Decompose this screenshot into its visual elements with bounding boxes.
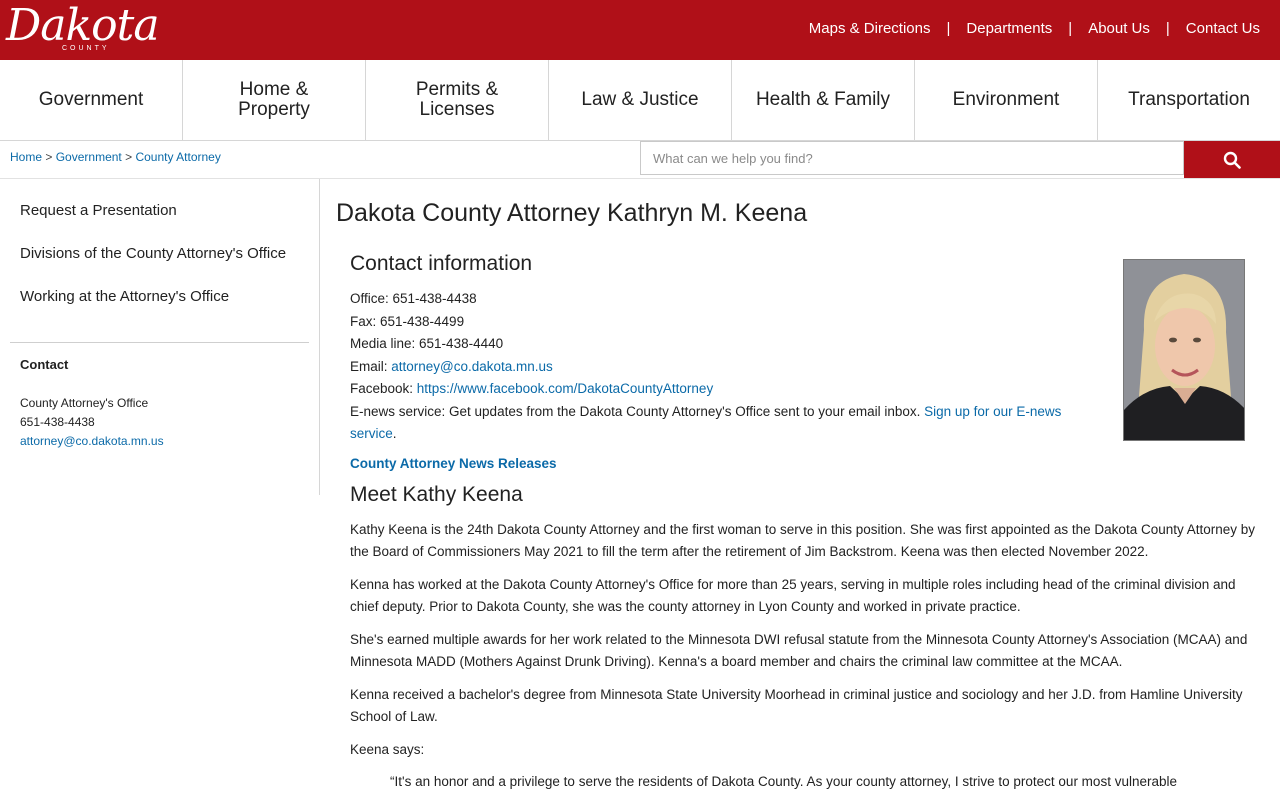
enews-end: .	[392, 426, 397, 441]
nav-permits-licenses-label: Permits & Licenses	[415, 79, 499, 120]
bio-paragraph-3: She's earned multiple awards for her wor…	[350, 631, 1248, 670]
enews-text: E-news service: Get updates from the Dak…	[350, 403, 925, 419]
logo-subtext: COUNTY	[62, 45, 110, 52]
nav-law-justice[interactable]: Law & Justice	[549, 60, 732, 140]
top-bar: Dakota COUNTY Maps & Directions | Depart…	[0, 0, 1280, 60]
enews-row: E-news service: Get updates from the Dak…	[350, 401, 1080, 446]
meet-heading: Meet Kathy Keena	[350, 482, 523, 506]
link-separator: |	[1068, 20, 1073, 37]
search-icon	[1223, 151, 1241, 169]
media-line: Media line: 651-438-4440	[350, 336, 504, 351]
breadcrumb-government[interactable]: Government	[56, 150, 122, 164]
facebook-row: Facebook: https://www.facebook.com/Dakot…	[350, 378, 1080, 401]
sidebar-item-working-at-office[interactable]: Working at the Attorney's Office	[10, 279, 309, 314]
page-content: Request a Presentation Divisions of the …	[0, 179, 1280, 794]
sidebar-item-request-presentation[interactable]: Request a Presentation	[10, 193, 309, 228]
search-input[interactable]	[640, 141, 1184, 175]
bio-paragraph-2: Kenna has worked at the Dakota County At…	[350, 576, 1236, 615]
link-separator: |	[946, 20, 951, 37]
breadcrumb-separator: >	[125, 150, 133, 164]
sidebar-contact-name: County Attorney's Office	[20, 396, 149, 410]
sidebar: Request a Presentation Divisions of the …	[0, 179, 320, 495]
bio-paragraph-5: Keena says:	[350, 741, 425, 757]
about-us-link[interactable]: About Us	[1088, 20, 1150, 37]
email-link[interactable]: attorney@co.dakota.mn.us	[391, 359, 553, 374]
maps-directions-link[interactable]: Maps & Directions	[809, 20, 931, 37]
utility-links: Maps & Directions | Departments | About …	[809, 20, 1260, 37]
sidebar-contact-email[interactable]: attorney@co.dakota.mn.us	[10, 432, 309, 451]
portrait-image	[1124, 260, 1244, 440]
contact-us-link[interactable]: Contact Us	[1186, 20, 1260, 37]
breadcrumb: Home > Government > County Attorney	[10, 150, 221, 164]
news-releases-link[interactable]: County Attorney News Releases	[350, 456, 1264, 471]
nav-environment[interactable]: Environment	[915, 60, 1098, 140]
breadcrumb-separator: >	[45, 150, 53, 164]
sidebar-contact-phone: 651-438-4438	[20, 415, 95, 429]
site-search	[640, 141, 1280, 178]
sidebar-contact-heading: Contact	[20, 357, 69, 372]
link-separator: |	[1165, 20, 1170, 37]
breadcrumb-county-attorney[interactable]: County Attorney	[135, 150, 220, 164]
attorney-portrait	[1123, 259, 1245, 441]
main-content: Dakota County Attorney Kathryn M. Keena …	[320, 179, 1280, 794]
email-row: Email: attorney@co.dakota.mn.us	[350, 356, 1080, 379]
sidebar-item-divisions[interactable]: Divisions of the County Attorney's Offic…	[10, 236, 309, 271]
breadcrumb-home[interactable]: Home	[10, 150, 42, 164]
nav-permits-licenses[interactable]: Permits & Licenses	[366, 60, 549, 140]
nav-government[interactable]: Government	[0, 60, 183, 140]
breadcrumb-search-row: Home > Government > County Attorney	[0, 141, 1280, 179]
office-phone: Office: 651-438-4438	[350, 291, 477, 306]
nav-home-property-label: Home & Property	[238, 79, 310, 120]
page-title: Dakota County Attorney Kathryn M. Keena	[336, 199, 808, 227]
search-button[interactable]	[1184, 141, 1280, 178]
county-logo[interactable]: Dakota COUNTY	[4, 0, 160, 56]
departments-link[interactable]: Departments	[966, 20, 1052, 37]
nav-home-property[interactable]: Home & Property	[183, 60, 366, 140]
sidebar-divider	[10, 342, 309, 343]
nav-health-family[interactable]: Health & Family	[732, 60, 915, 140]
facebook-link[interactable]: https://www.facebook.com/DakotaCountyAtt…	[417, 381, 713, 396]
keena-quote: “It's an honor and a privilege to serve …	[390, 774, 1177, 789]
contact-info: Office: 651-438-4438 Fax: 651-438-4499 M…	[350, 288, 1080, 446]
bio-paragraph-4: Kenna received a bachelor's degree from …	[350, 686, 1243, 725]
email-label: Email:	[350, 358, 392, 374]
bio-paragraph-1: Kathy Keena is the 24th Dakota County At…	[350, 521, 1256, 560]
nav-transportation[interactable]: Transportation	[1098, 60, 1280, 140]
main-navigation: Government Home & Property Permits & Lic…	[0, 60, 1280, 141]
facebook-label: Facebook:	[350, 381, 417, 396]
fax-number: Fax: 651-438-4499	[350, 313, 465, 329]
